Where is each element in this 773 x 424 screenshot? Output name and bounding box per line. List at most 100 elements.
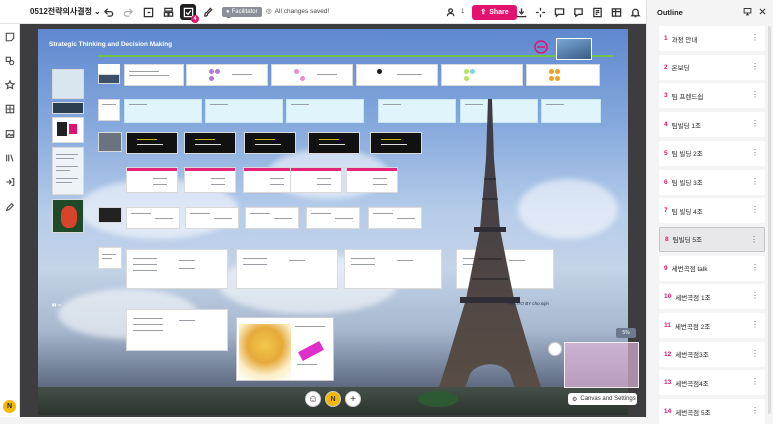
outline-item[interactable]: 14 세번곡점 5조 ⋮ [659,399,765,424]
chat-icon[interactable] [551,4,567,20]
tree-card[interactable] [236,317,334,381]
more-options-icon[interactable]: ⋮ [751,120,759,128]
card[interactable] [126,249,228,289]
sticky-note-icon[interactable] [3,30,17,44]
avatar[interactable]: N [3,400,16,413]
outline-item[interactable]: 6팀 빌딩 3조 ⋮ [659,169,765,195]
star-icon[interactable] [3,78,17,92]
card[interactable] [308,132,360,154]
paint-icon[interactable] [200,4,216,20]
card[interactable] [441,64,523,86]
close-icon[interactable] [758,7,767,18]
table-icon[interactable] [608,4,624,20]
card[interactable] [186,64,268,86]
frame-icon[interactable] [3,102,17,116]
more-options-icon[interactable]: ⋮ [751,321,759,329]
card[interactable] [124,99,202,123]
add-button[interactable]: + [345,391,361,407]
card[interactable] [126,132,178,154]
card[interactable] [290,167,342,193]
section-thumb[interactable] [52,69,84,99]
card[interactable] [244,132,296,154]
image-icon[interactable] [3,127,17,141]
pen-icon[interactable] [3,200,17,214]
more-options-icon[interactable]: ⋮ [751,62,759,71]
card[interactable] [184,132,236,154]
participants-button[interactable] [443,4,459,20]
sparkle-icon[interactable] [532,4,548,20]
outline-item[interactable]: 7팀 빌딩 4조 ⋮ [659,198,765,224]
outline-item[interactable]: 2 온보딩 ⋮ [659,54,765,80]
comment-icon[interactable] [570,4,586,20]
card[interactable] [205,99,283,123]
card[interactable] [356,64,438,86]
row-thumb[interactable] [98,247,122,269]
more-options-icon[interactable]: ⋮ [751,34,759,42]
outline-item[interactable]: 9 세번곡점 talk ⋮ [659,255,765,281]
card[interactable] [245,207,299,229]
card[interactable] [271,64,353,86]
outline-item[interactable]: 3팀 프렌드쉽 ⋮ [659,83,765,109]
row-thumb[interactable] [98,74,120,84]
canvas[interactable]: Strategic Thinking and Decision Making ▮… [20,24,646,417]
reaction-button[interactable]: ☺ [305,391,321,407]
card[interactable] [184,167,236,193]
card[interactable] [236,249,338,289]
card[interactable] [243,167,295,193]
outline-item[interactable]: 8 팀빌딩 5조 ⋮ [659,226,765,252]
card[interactable] [306,207,360,229]
monitor-icon[interactable] [743,7,752,18]
facilitator-badge[interactable]: ● Facilitator [222,7,262,17]
row-thumb[interactable] [98,207,122,223]
card[interactable] [346,167,398,193]
outline-item[interactable]: 13 세번곡점4조 ⋮ [659,370,765,396]
row-thumb[interactable] [98,132,122,152]
more-options-icon[interactable]: ⋮ [751,206,759,214]
download-icon[interactable] [513,4,529,20]
more-options-icon[interactable]: ⋮ [751,349,759,358]
card[interactable] [370,132,422,154]
more-options-icon[interactable]: ⋮ [751,292,759,300]
templates-icon[interactable] [160,4,176,20]
collaborator-avatar[interactable]: N [325,391,341,407]
section-thumb[interactable] [52,102,84,114]
more-options-icon[interactable]: ⋮ [751,407,759,415]
undo-button[interactable] [100,4,116,20]
present-icon[interactable] [140,4,156,20]
outline-item[interactable]: 11 세번곡점 2조 ⋮ [659,313,765,338]
row-thumb[interactable] [98,99,120,121]
library-icon[interactable] [3,151,17,165]
redo-button[interactable] [120,4,136,20]
notes-icon[interactable] [589,4,605,20]
card[interactable] [126,167,178,193]
card[interactable] [126,207,180,229]
outline-item[interactable]: 5팀 빌딩 2조 ⋮ [659,140,765,166]
card[interactable] [526,64,600,86]
zoom-level[interactable]: 5% [616,328,636,338]
card[interactable] [541,99,601,123]
bell-icon[interactable] [627,4,643,20]
card[interactable] [124,64,184,86]
shapes-icon[interactable] [3,54,17,68]
section-thumb[interactable] [52,199,84,233]
more-options-icon[interactable]: ⋮ [751,91,759,99]
outline-scrollbar[interactable] [768,26,771,414]
card[interactable] [286,99,364,123]
outline-item[interactable]: 1 과정 안내 ⋮ [659,26,765,51]
fit-to-screen-button[interactable] [548,342,562,356]
card[interactable] [126,309,228,351]
more-options-icon[interactable]: ⋮ [751,263,759,272]
card[interactable] [344,249,442,289]
more-options-icon[interactable]: ⋮ [751,177,759,186]
outline-item[interactable]: 12 세번곡점3조 ⋮ [659,341,765,367]
more-options-icon[interactable]: ⋮ [751,148,759,157]
card[interactable] [185,207,239,229]
card[interactable] [368,207,422,229]
canvas-settings-button[interactable]: ⚙ Canvas and Settings [568,393,637,405]
section-thumb[interactable] [52,147,84,195]
board-title-dropdown[interactable]: 0512전략의사결정 ⌄ [30,6,101,17]
share-button[interactable]: ⇪ Share [472,4,517,20]
outline-item[interactable]: 4 팀빌딩 1조 ⋮ [659,112,765,138]
outline-item[interactable]: 10 세번곡점 1조 ⋮ [659,284,765,310]
minimap[interactable] [564,342,639,388]
